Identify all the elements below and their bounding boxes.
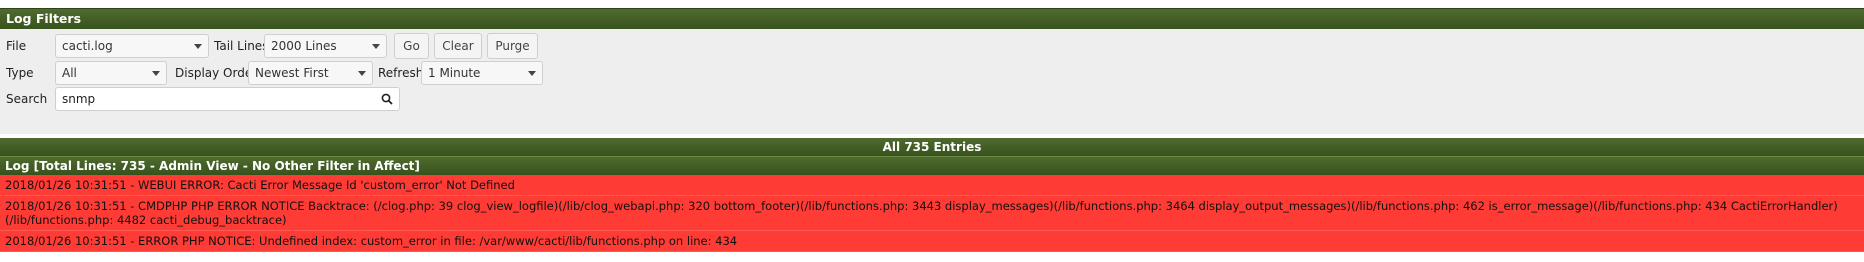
search-icon[interactable] [381,93,393,105]
filter-panel: File cacti.log Tail Lines 2000 Lines Go … [0,29,1864,134]
search-label: Search [6,92,48,106]
chevron-down-icon [194,43,202,49]
display-order-label: Display Order [175,66,258,80]
log-line: 2018/01/26 10:31:51 - WEBUI ERROR: Cacti… [0,175,1864,196]
clear-button[interactable]: Clear [434,33,482,59]
type-label: Type [6,66,34,80]
file-select[interactable]: cacti.log [55,34,209,58]
log-body: 2018/01/26 10:31:51 - WEBUI ERROR: Cacti… [0,175,1864,252]
go-button[interactable]: Go [394,33,429,59]
chevron-down-icon [372,43,380,49]
chevron-down-icon [358,70,366,76]
tail-lines-select[interactable]: 2000 Lines [264,34,387,58]
chevron-down-icon [528,70,536,76]
top-spacer [0,0,1864,8]
search-input-value: snmp [62,92,96,106]
log-header: Log [Total Lines: 735 - Admin View - No … [0,156,1864,175]
entries-count-bar: All 735 Entries [0,138,1864,156]
search-input[interactable]: snmp [55,87,400,111]
purge-button[interactable]: Purge [487,33,538,59]
tail-lines-select-value: 2000 Lines [271,39,337,53]
display-order-select-value: Newest First [255,66,329,80]
log-line: 2018/01/26 10:31:51 - ERROR PHP NOTICE: … [0,231,1864,252]
type-select[interactable]: All [55,61,167,85]
type-select-value: All [62,66,77,80]
file-label: File [6,39,27,53]
tail-lines-label: Tail Lines [214,39,269,53]
log-filters-title: Log Filters [0,8,1864,29]
log-line: 2018/01/26 10:31:51 - CMDPHP PHP ERROR N… [0,196,1864,231]
chevron-down-icon [152,70,160,76]
display-order-select[interactable]: Newest First [248,61,373,85]
file-select-value: cacti.log [62,39,113,53]
refresh-select-value: 1 Minute [428,66,481,80]
refresh-label: Refresh [378,66,424,80]
refresh-select[interactable]: 1 Minute [421,61,543,85]
